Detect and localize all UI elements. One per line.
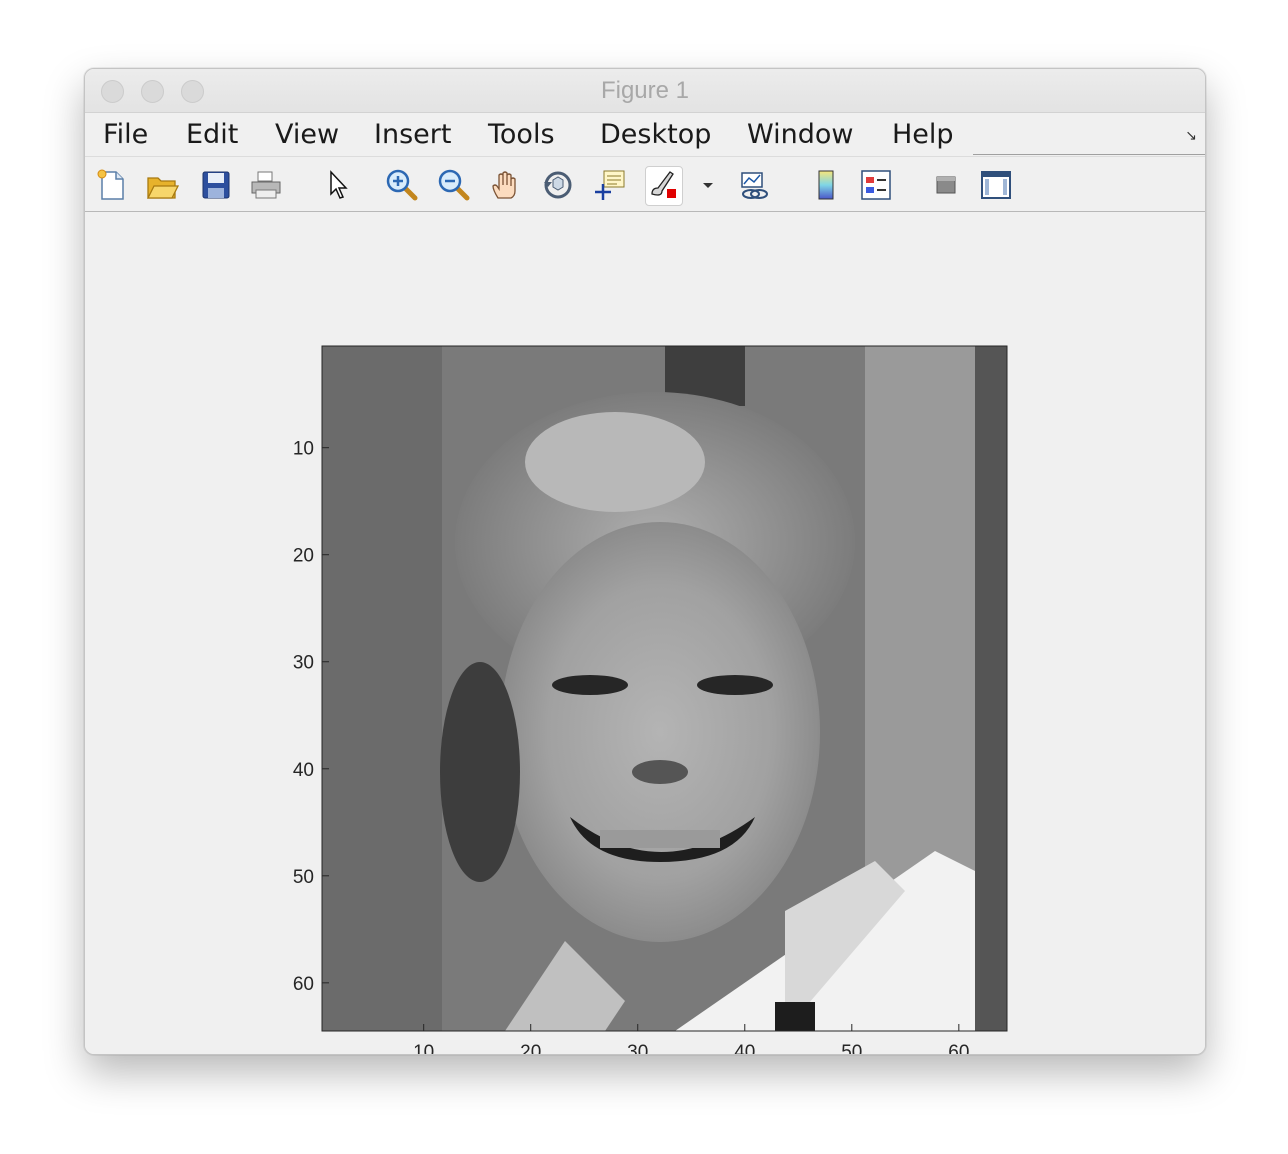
menu-divider <box>973 154 1205 155</box>
menu-file[interactable]: File <box>103 119 148 150</box>
pointer-icon[interactable] <box>321 168 355 202</box>
rotate-3d-icon[interactable] <box>541 168 575 202</box>
y-tick-label: 40 <box>293 760 314 781</box>
menu-bar: File Edit View Insert Tools Desktop Wind… <box>85 113 1205 155</box>
menu-edit[interactable]: Edit <box>186 119 238 150</box>
new-figure-icon[interactable] <box>95 168 129 202</box>
hide-plot-tools-icon[interactable] <box>929 168 963 202</box>
colorbar-icon[interactable] <box>809 168 843 202</box>
pan-hand-icon[interactable] <box>489 168 523 202</box>
x-tick-label: 40 <box>734 1042 755 1054</box>
brush-dropdown-icon[interactable] <box>691 168 713 202</box>
legend-icon[interactable] <box>859 168 893 202</box>
open-file-icon[interactable] <box>145 168 179 202</box>
show-plot-tools-icon[interactable] <box>979 168 1013 202</box>
menu-view[interactable]: View <box>275 119 339 150</box>
x-tick-label: 50 <box>841 1042 862 1054</box>
x-tick-label: 30 <box>627 1042 648 1054</box>
menu-desktop[interactable]: Desktop <box>600 119 711 150</box>
x-tick-label: 10 <box>413 1042 434 1054</box>
y-tick-label: 30 <box>293 653 314 674</box>
figure-window: Figure 1 File Edit View Insert Tools Des… <box>84 68 1206 1055</box>
image-pixels <box>322 346 1007 1031</box>
menu-help[interactable]: Help <box>892 119 954 150</box>
y-tick-label: 20 <box>293 546 314 567</box>
y-tick-label: 50 <box>293 867 314 888</box>
figure-toolbar <box>85 156 1205 212</box>
brush-icon[interactable] <box>645 166 683 206</box>
figure-canvas: 10 20 30 40 50 60 10 20 30 40 50 60 <box>85 212 1205 1054</box>
print-icon[interactable] <box>249 168 283 202</box>
x-tick-label: 20 <box>520 1042 541 1054</box>
y-tick-label: 60 <box>293 974 314 995</box>
link-plot-icon[interactable] <box>737 168 771 202</box>
axes[interactable]: 10 20 30 40 50 60 10 20 30 40 50 60 <box>85 212 1205 1054</box>
zoom-in-icon[interactable] <box>385 168 419 202</box>
x-tick-label: 60 <box>948 1042 969 1054</box>
zoom-out-icon[interactable] <box>437 168 471 202</box>
dock-figure-icon[interactable]: ↘ <box>1185 127 1197 144</box>
menu-window[interactable]: Window <box>747 119 853 150</box>
y-tick-label: 10 <box>293 439 314 460</box>
title-bar: Figure 1 <box>85 69 1205 113</box>
menu-tools[interactable]: Tools <box>488 119 555 150</box>
window-title: Figure 1 <box>600 77 690 104</box>
save-icon[interactable] <box>199 168 233 202</box>
data-cursor-icon[interactable] <box>593 168 627 202</box>
menu-insert[interactable]: Insert <box>374 119 451 150</box>
